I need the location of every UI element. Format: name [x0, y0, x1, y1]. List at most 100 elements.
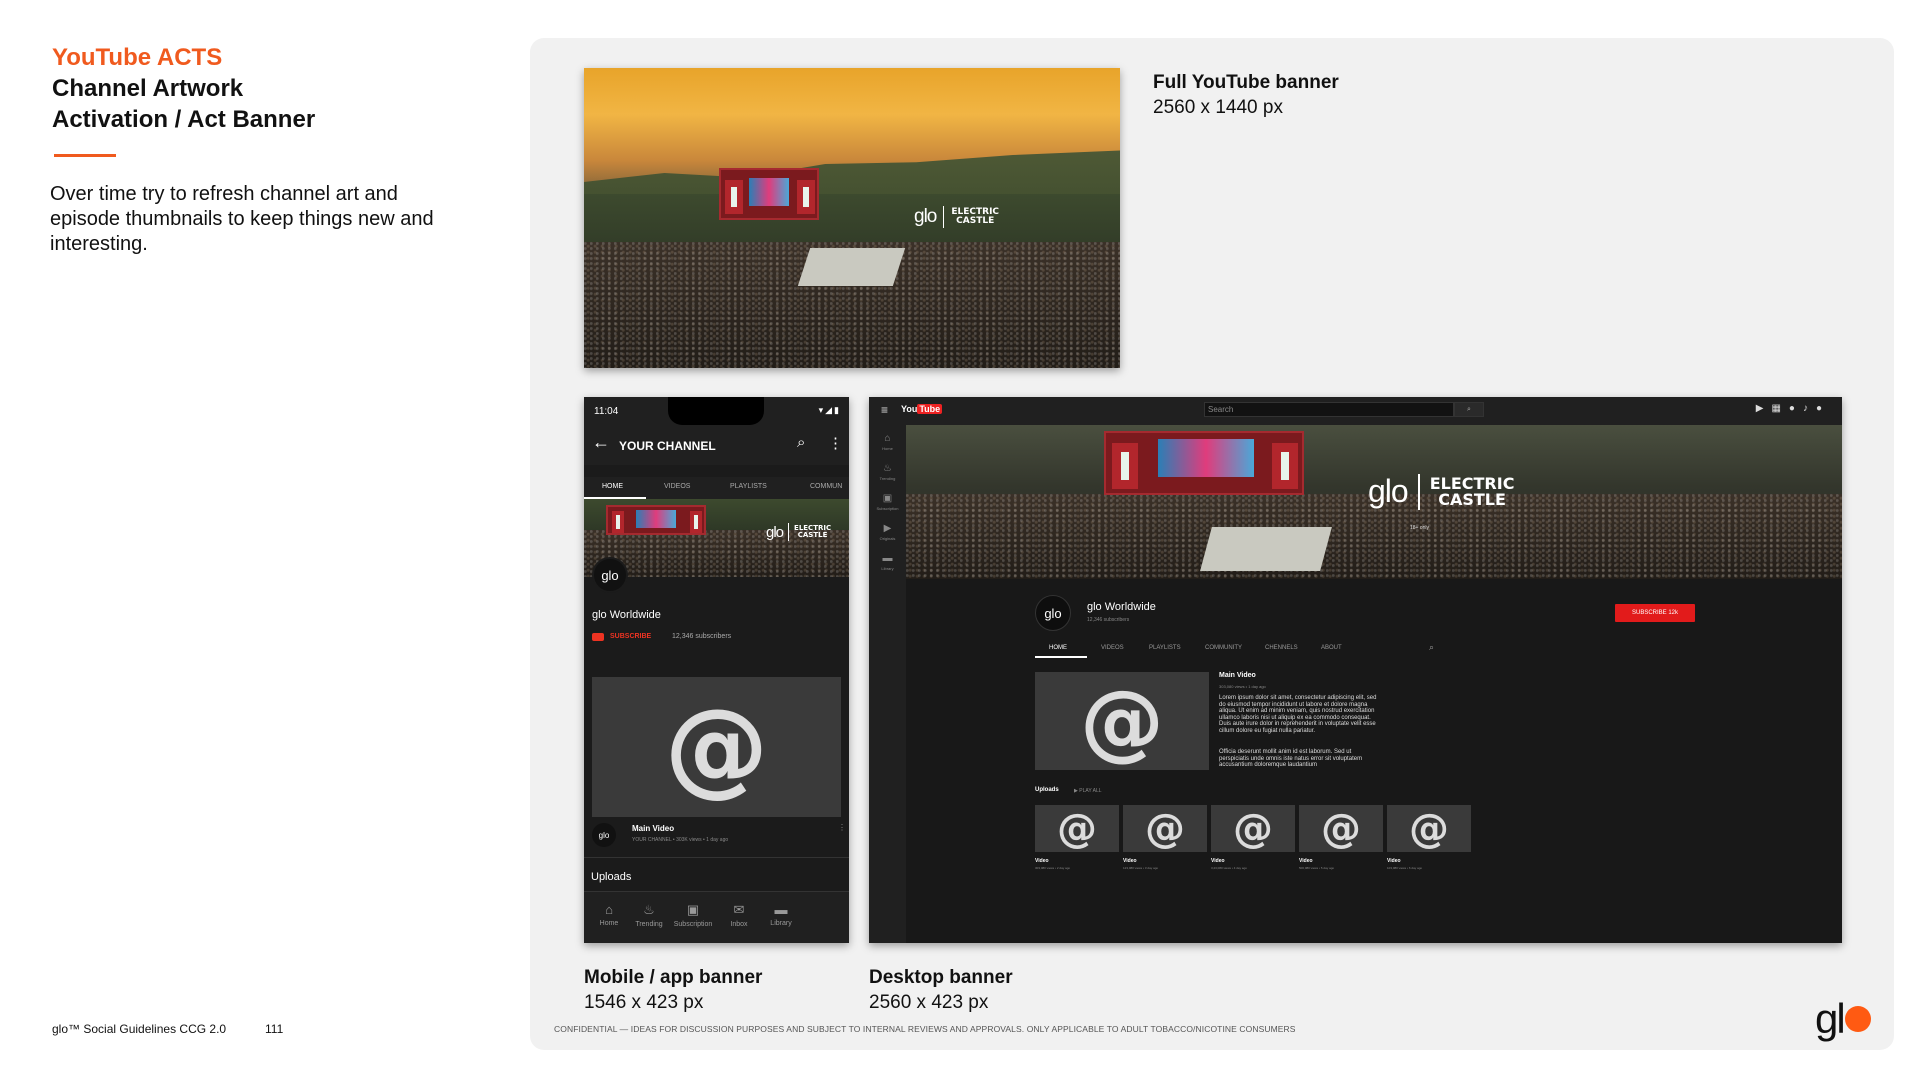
library-icon: ▬: [882, 553, 893, 564]
desktop-channel-banner: glo ELECTRIC CASTLE 18+ only: [906, 425, 1842, 579]
event-wordmark: ELECTRIC CASTLE: [951, 207, 1000, 226]
main-video-title[interactable]: Main Video: [632, 824, 674, 833]
header-icons: ▶▦●♪●: [1756, 403, 1830, 414]
search-icon[interactable]: ⌕: [797, 434, 805, 451]
nav-subscription[interactable]: ▣ Subscription: [668, 902, 718, 928]
upload-meta: 123,080 views • 3 day ago: [1123, 866, 1159, 870]
sidebar-item-subscription[interactable]: ▣ Subscription: [869, 493, 906, 511]
upload-meta: 303,080 views • 2 day ago: [1035, 866, 1071, 870]
back-arrow-icon[interactable]: ←: [592, 432, 610, 453]
intro-text: Over time try to refresh channel art and…: [50, 183, 434, 255]
youtube-logo[interactable]: You Tube: [901, 404, 943, 414]
banner-brand-lockup: glo ELECTRIC CASTLE: [766, 523, 832, 541]
messages-icon[interactable]: ●: [1789, 403, 1803, 414]
library-icon: ▬: [774, 902, 788, 917]
page-number: 111: [265, 1022, 284, 1036]
tab-playlists[interactable]: PLAYLISTS: [730, 483, 767, 490]
tab-home[interactable]: HOME: [602, 483, 623, 490]
upload-thumbnail[interactable]: @: [1035, 805, 1119, 852]
upload-title[interactable]: Video: [1123, 858, 1137, 864]
upload-thumbnail[interactable]: @: [1123, 805, 1207, 852]
age-note: 18+ only: [1410, 525, 1430, 531]
desktop-banner-caption: Desktop banner 2560 x 423 px: [869, 967, 1013, 1013]
left-sidebar: ⌂ Home ♨ Trending ▣ Subscription ▶ Originals…: [869, 425, 906, 943]
main-video-thumbnail[interactable]: @: [592, 677, 841, 817]
upload-title[interactable]: Video: [1387, 858, 1401, 864]
full-banner-caption: Full YouTube banner 2560 x 1440 px: [1153, 72, 1339, 118]
nav-trending[interactable]: ♨ Trending: [624, 902, 674, 928]
tab-community[interactable]: COMMUN: [810, 483, 842, 490]
accent-divider: [54, 154, 116, 157]
at-sign-icon: @: [1233, 805, 1273, 852]
more-vert-icon[interactable]: ⋮: [828, 434, 843, 452]
search-input[interactable]: [1204, 402, 1454, 417]
upload-title[interactable]: Video: [1035, 858, 1049, 864]
camera-icon[interactable]: ▶: [1756, 403, 1772, 414]
apps-grid-icon[interactable]: ▦: [1771, 403, 1788, 414]
concert-scene: glo ELECTRIC CASTLE: [584, 68, 1120, 368]
main-video-meta: YOUR CHANNEL • 303K views • 1 day ago: [632, 837, 729, 843]
main-video-thumbnail[interactable]: @: [1035, 672, 1209, 770]
channel-search-icon[interactable]: ⌕: [1429, 642, 1434, 653]
orange-dot-icon: [1844, 1006, 1871, 1032]
festival-stage: [719, 168, 819, 220]
search-placeholder: Search: [1208, 405, 1234, 414]
home-icon: ⌂: [884, 433, 891, 444]
tab-playlists[interactable]: PLAYLISTS: [1149, 645, 1181, 651]
tab-community[interactable]: COMMUNITY: [1205, 645, 1242, 651]
main-video-title[interactable]: Main Video: [1219, 672, 1256, 679]
channel-avatar[interactable]: glo: [1035, 595, 1071, 631]
full-banner-image: glo ELECTRIC CASTLE: [584, 68, 1120, 368]
active-tab-indicator: [1035, 656, 1087, 658]
tab-videos[interactable]: VIDEOS: [1101, 645, 1124, 651]
tent-shape: [797, 248, 906, 286]
sidebar-item-trending[interactable]: ♨ Trending: [869, 463, 906, 481]
upload-title[interactable]: Video: [1211, 858, 1225, 864]
channel-avatar[interactable]: glo: [592, 557, 628, 593]
sidebar-item-originals[interactable]: ▶ Originals: [869, 523, 906, 541]
top-bar: ≡ You Tube Search ⌕ ▶▦●♪●: [869, 397, 1842, 425]
sidebar-item-library[interactable]: ▬ Library: [869, 553, 906, 571]
upload-thumbnail[interactable]: @: [1387, 805, 1471, 852]
upload-meta: 3,23,080 views • 4 day ago: [1211, 866, 1247, 870]
divider: [584, 857, 849, 858]
sidebar-item-home[interactable]: ⌂ Home: [869, 433, 906, 451]
page-heading: YouTube ACTS Channel Artwork Activation …: [52, 42, 315, 135]
bell-icon[interactable]: ♪: [1803, 403, 1816, 414]
upload-title[interactable]: Video: [1299, 858, 1313, 864]
upload-meta: 103,080 views • 6 day ago: [1387, 866, 1423, 870]
search-button[interactable]: ⌕: [1454, 402, 1484, 417]
subscribe-button[interactable]: SUBSCRIBE 12k: [1615, 604, 1695, 622]
account-avatar-icon[interactable]: ●: [1816, 403, 1830, 414]
channel-title: YOUR CHANNEL: [619, 439, 716, 453]
subscribe-button[interactable]: SUBSCRIBE: [610, 633, 651, 640]
at-sign-icon: @: [1409, 805, 1449, 852]
page-subtitle: Activation / Act Banner: [52, 106, 316, 133]
trending-icon: ♨: [643, 902, 655, 917]
desktop-youtube-mockup: ≡ You Tube Search ⌕ ▶▦●♪● ⌂ Home ♨ Trending…: [869, 397, 1842, 943]
footer-doc-name: glo™ Social Guidelines CCG 2.0: [52, 1022, 227, 1036]
festival-stage: [606, 505, 706, 535]
at-sign-icon: @: [1057, 805, 1097, 852]
subscriber-count: 12,346 subscribers: [672, 633, 732, 640]
phone-notch: [668, 397, 764, 425]
channel-tabs: HOME VIDEOS PLAYLISTS COMMUN: [584, 477, 849, 499]
more-vert-icon[interactable]: ⋮: [838, 823, 846, 832]
upload-thumbnail[interactable]: @: [1211, 805, 1295, 852]
uploads-heading: Uploads: [591, 871, 632, 883]
mobile-app-mockup: 11:04 ▾◢▮ ← YOUR CHANNEL ⌕ ⋮ HOME VIDEOS…: [584, 397, 849, 943]
tab-channels[interactable]: CHENNELS: [1265, 645, 1298, 651]
glo-wordmark: glo: [914, 206, 937, 227]
tab-about[interactable]: ABOUT: [1321, 645, 1342, 651]
upload-thumbnail[interactable]: @: [1299, 805, 1383, 852]
at-sign-icon: @: [1080, 672, 1164, 770]
festival-stage: [1104, 431, 1304, 495]
uploads-heading: Uploads: [1035, 787, 1059, 793]
tab-home[interactable]: HOME: [1049, 645, 1067, 651]
hamburger-menu-icon[interactable]: ≡: [881, 403, 888, 417]
nav-library[interactable]: ▬ Library: [756, 902, 806, 927]
play-all-button[interactable]: ▶ PLAY ALL: [1074, 788, 1102, 794]
tab-videos[interactable]: VIDEOS: [664, 483, 690, 490]
page-kicker: YouTube ACTS: [52, 44, 223, 71]
app-bar: ← YOUR CHANNEL ⌕ ⋮: [584, 425, 849, 465]
